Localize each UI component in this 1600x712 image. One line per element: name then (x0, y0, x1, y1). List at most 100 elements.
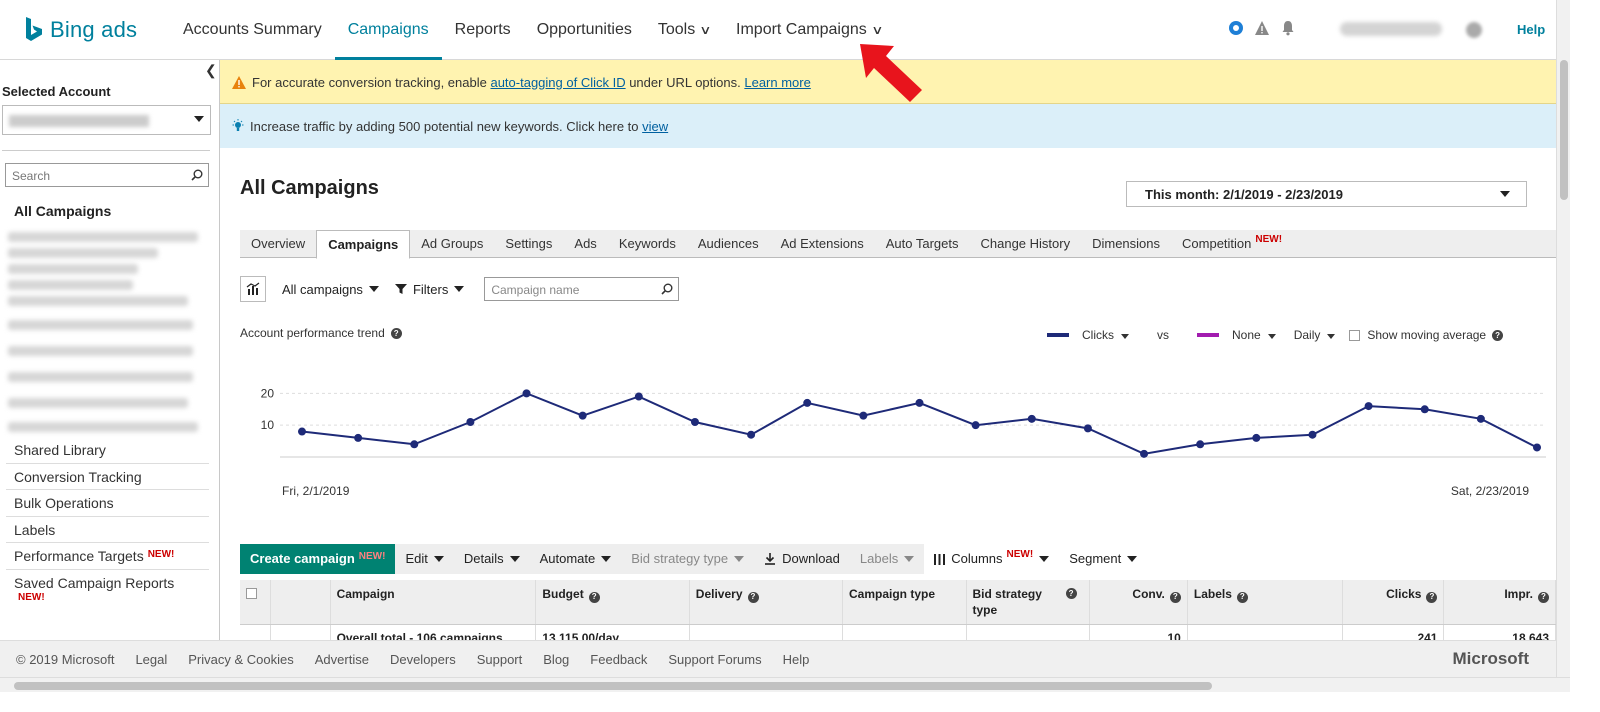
help-icon[interactable]: ? (747, 591, 759, 603)
list-item[interactable] (8, 398, 188, 408)
filters-dropdown[interactable]: Filters (394, 282, 465, 297)
help-icon[interactable]: ? (1492, 329, 1504, 341)
sidebar-item-performance-targets[interactable]: Performance Targets NEW! (6, 543, 209, 570)
campaign-tree[interactable] (8, 228, 208, 436)
metric2-dropdown[interactable]: None (1232, 328, 1276, 342)
help-icon[interactable]: ? (390, 327, 402, 339)
footer-developers-link[interactable]: Developers (390, 652, 456, 667)
campaign-name-search-input[interactable]: Campaign name (484, 277, 680, 301)
list-item[interactable] (8, 346, 193, 356)
help-icon[interactable]: ? (1426, 591, 1438, 603)
select-all-checkbox[interactable] (246, 588, 257, 599)
sidebar-item-shared-library[interactable]: Shared Library (6, 437, 209, 464)
help-icon[interactable]: ? (1236, 591, 1248, 603)
footer-feedback-link[interactable]: Feedback (590, 652, 647, 667)
learn-more-link[interactable]: Learn more (744, 75, 810, 90)
scrollbar-thumb[interactable] (1560, 60, 1568, 200)
nav-opportunities[interactable]: Opportunities (524, 0, 645, 60)
tab-settings[interactable]: Settings (494, 230, 563, 257)
bing-ads-logo[interactable]: Bing ads (24, 16, 137, 44)
list-item[interactable] (8, 372, 193, 382)
nav-accounts-summary[interactable]: Accounts Summary (170, 0, 335, 60)
conv-header[interactable]: Conv.? (1089, 580, 1188, 625)
nav-reports[interactable]: Reports (442, 0, 524, 60)
list-item[interactable] (8, 280, 133, 290)
tab-change-history[interactable]: Change History (969, 230, 1081, 257)
footer-legal-link[interactable]: Legal (135, 652, 167, 667)
nav-tools[interactable]: Tools ∨ (645, 0, 723, 60)
tab-dimensions[interactable]: Dimensions (1081, 230, 1171, 257)
automate-dropdown[interactable]: Automate (529, 544, 622, 574)
tab-auto-targets[interactable]: Auto Targets (875, 230, 970, 257)
columns-dropdown[interactable]: Columns NEW! (924, 544, 1059, 574)
list-item[interactable] (8, 248, 158, 258)
help-icon[interactable]: ? (1538, 591, 1549, 603)
badge-status-icon[interactable] (1228, 20, 1244, 36)
details-dropdown[interactable]: Details (453, 544, 530, 574)
labels-header[interactable]: Labels? (1187, 580, 1343, 625)
bid-strategy-dropdown[interactable]: Bid strategy type (621, 544, 755, 574)
sidebar-all-campaigns[interactable]: All Campaigns (14, 203, 111, 219)
avatar[interactable] (1466, 22, 1482, 38)
help-icon[interactable]: ? (588, 591, 600, 603)
campaign-header[interactable]: Campaign (330, 580, 537, 625)
list-item[interactable] (8, 422, 198, 432)
list-item[interactable] (8, 320, 193, 330)
list-item[interactable] (8, 296, 188, 306)
footer-support-link[interactable]: Support (477, 652, 523, 667)
tab-ads[interactable]: Ads (563, 230, 607, 257)
collapse-sidebar-icon[interactable]: ❮ (205, 62, 217, 79)
footer-help-link[interactable]: Help (783, 652, 810, 667)
campaign-type-header[interactable]: Campaign type (842, 580, 967, 625)
footer-blog-link[interactable]: Blog (543, 652, 569, 667)
edit-dropdown[interactable]: Edit (395, 544, 454, 574)
scrollbar-thumb[interactable] (14, 682, 1212, 690)
sidebar-item-bulk-operations[interactable]: Bulk Operations (6, 490, 209, 517)
budget-header[interactable]: Budget? (535, 580, 690, 625)
granularity-dropdown[interactable]: Daily (1294, 328, 1336, 342)
moving-average-checkbox[interactable] (1349, 329, 1361, 341)
footer-forums-link[interactable]: Support Forums (668, 652, 761, 667)
help-icon[interactable]: ? (1169, 591, 1181, 603)
search-icon[interactable] (661, 283, 673, 295)
list-item[interactable] (8, 264, 138, 274)
moving-average-toggle[interactable]: Show moving average? (1349, 328, 1504, 342)
auto-tagging-link[interactable]: auto-tagging of Click ID (490, 75, 625, 90)
tab-campaigns[interactable]: Campaigns (316, 230, 411, 259)
sidebar-item-labels[interactable]: Labels (6, 517, 209, 543)
footer-advertise-link[interactable]: Advertise (315, 652, 369, 667)
chart-toggle-button[interactable] (240, 276, 266, 302)
horizontal-scrollbar[interactable] (0, 677, 1570, 692)
create-campaign-button[interactable]: Create campaign NEW! (240, 544, 396, 574)
date-range-selector[interactable]: This month: 2/1/2019 - 2/23/2019 (1126, 181, 1527, 207)
sidebar-item-conversion-tracking[interactable]: Conversion Tracking (6, 464, 209, 490)
tab-competition[interactable]: Competition NEW! (1171, 230, 1293, 257)
clicks-header[interactable]: Clicks? (1342, 580, 1445, 625)
labels-dropdown[interactable]: Labels (849, 544, 925, 574)
list-item[interactable] (8, 232, 198, 242)
segment-dropdown[interactable]: Segment (1059, 544, 1147, 574)
tab-audiences[interactable]: Audiences (687, 230, 770, 257)
campaign-scope-dropdown[interactable]: All campaigns (282, 282, 379, 297)
sidebar-item-saved-campaign-reports[interactable]: Saved Campaign Reports NEW! (6, 570, 209, 618)
warning-icon[interactable] (1254, 20, 1270, 36)
bell-icon[interactable] (1280, 20, 1296, 36)
sidebar-search-input[interactable]: Search (5, 163, 209, 187)
account-selector[interactable] (2, 105, 211, 135)
metric1-dropdown[interactable]: Clicks (1082, 328, 1129, 342)
delivery-header[interactable]: Delivery? (689, 580, 843, 625)
tab-keywords[interactable]: Keywords (608, 230, 687, 257)
nav-campaigns[interactable]: Campaigns (334, 0, 442, 60)
tab-ad-extensions[interactable]: Ad Extensions (770, 230, 875, 257)
bid-strategy-header[interactable]: Bid strategy type? (966, 580, 1091, 625)
search-icon[interactable] (191, 169, 203, 181)
help-icon[interactable]: ? (1065, 588, 1077, 599)
download-button[interactable]: Download (754, 544, 850, 574)
impr-header[interactable]: Impr.? (1443, 580, 1556, 625)
tab-overview[interactable]: Overview (240, 230, 316, 257)
footer-privacy-link[interactable]: Privacy & Cookies (188, 652, 293, 667)
view-keywords-link[interactable]: view (642, 119, 668, 134)
help-link[interactable]: Help (1517, 22, 1545, 37)
user-email[interactable] (1340, 22, 1442, 36)
tab-ad-groups[interactable]: Ad Groups (410, 230, 494, 257)
